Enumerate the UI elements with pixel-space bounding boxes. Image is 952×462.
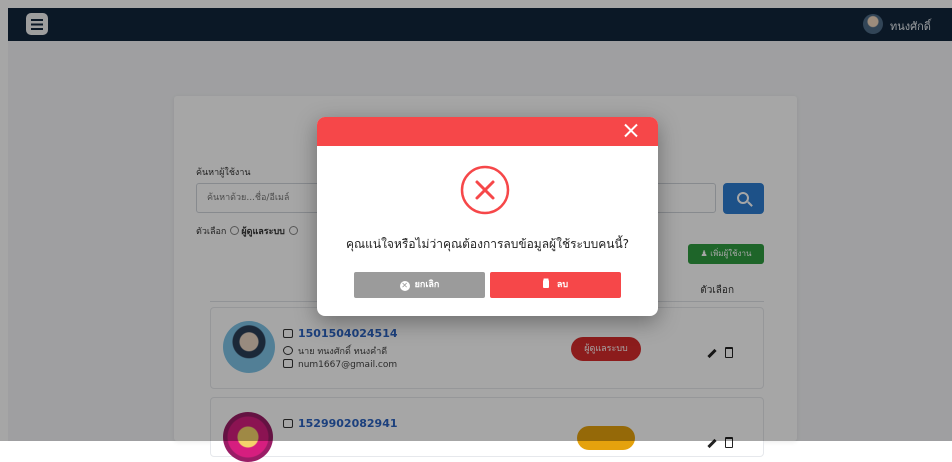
delete-label: ลบ (556, 280, 569, 290)
cancel-label: ยกเลิก (414, 280, 440, 290)
error-circle-icon (460, 165, 510, 215)
trash-icon (542, 280, 549, 288)
confirm-delete-dialog: คุณแน่ใจหรือไม่ว่าคุณต้องการลบข้อมูลผู้ใ… (317, 117, 658, 316)
dialog-header (317, 117, 658, 146)
dialog-message: คุณแน่ใจหรือไม่ว่าคุณต้องการลบข้อมูลผู้ใ… (345, 237, 630, 251)
delete-button[interactable]: ลบ (490, 272, 621, 298)
cancel-circle-icon: ✕ (399, 281, 410, 291)
cancel-button[interactable]: ✕ ยกเลิก (354, 272, 485, 298)
close-icon[interactable] (624, 123, 638, 137)
